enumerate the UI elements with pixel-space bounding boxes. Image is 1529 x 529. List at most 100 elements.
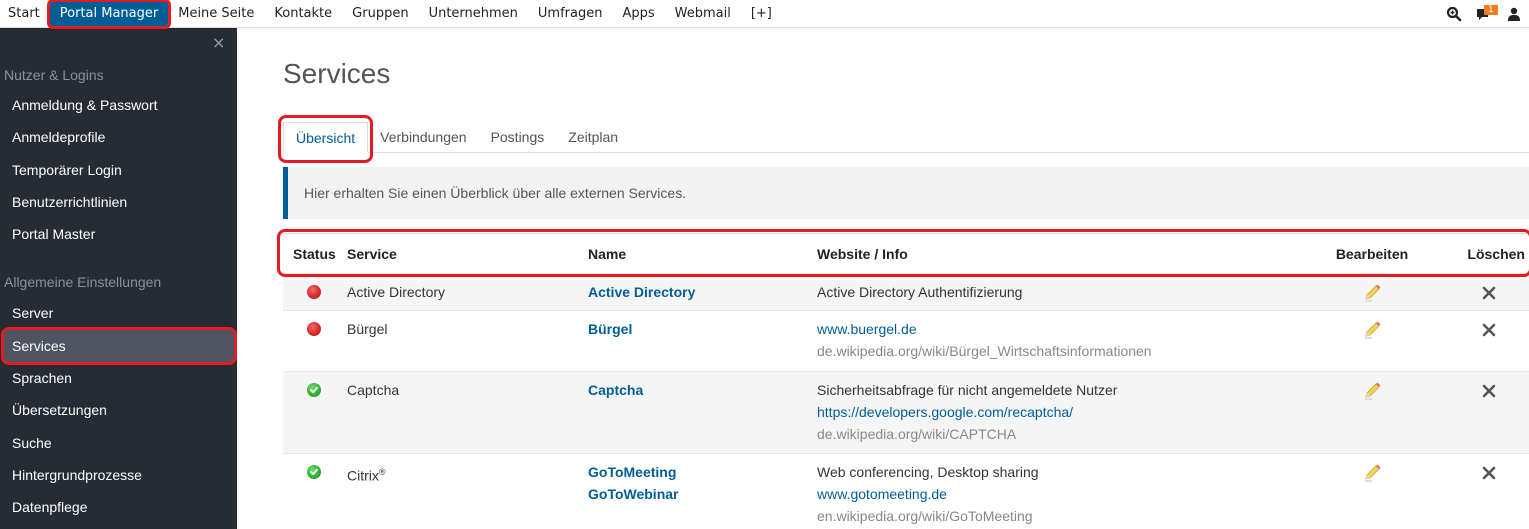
tab-zeitplan[interactable]: Zeitplan xyxy=(556,122,630,153)
sidebar: × Nutzer & Logins Anmeldung & Passwort A… xyxy=(0,28,237,529)
close-icon[interactable]: × xyxy=(212,33,225,52)
delete-x-icon[interactable] xyxy=(1479,320,1499,340)
header-edit: Bearbeiten xyxy=(1335,245,1409,262)
nav-item-apps[interactable]: Apps xyxy=(612,0,664,28)
nav-item-umfragen[interactable]: Umfragen xyxy=(528,0,613,28)
service-name-link[interactable]: Bürgel xyxy=(588,318,817,340)
website-info-cell: Active Directory Authentifizierung xyxy=(817,281,1302,303)
table-row: Active Directory Active Directory Active D… xyxy=(283,273,1529,310)
delete-cell xyxy=(1442,461,1529,483)
service-cell: Captcha xyxy=(347,379,588,401)
wikipedia-link[interactable]: de.wikipedia.org/wiki/Bürgel_Wirtschafts… xyxy=(817,340,1302,362)
nav-item-portal-manager[interactable]: Portal Manager xyxy=(46,0,172,29)
pencil-icon[interactable] xyxy=(1362,381,1382,401)
edit-cell xyxy=(1302,379,1442,401)
sidebar-item-hintergrundprozesse[interactable]: Hintergrundprozesse xyxy=(4,459,234,491)
name-cell: Active Directory xyxy=(588,281,817,303)
edit-cell xyxy=(1302,318,1442,340)
nav-item-meine-seite[interactable]: Meine Seite xyxy=(168,0,264,28)
sidebar-item-benutzerrichtlinien[interactable]: Benutzerrichtlinien xyxy=(4,186,234,218)
nav-item-gruppen[interactable]: Gruppen xyxy=(342,0,418,28)
nav-item-start[interactable]: Start xyxy=(0,0,50,28)
sidebar-item-anmeldung-passwort[interactable]: Anmeldung & Passwort xyxy=(4,89,234,121)
nav-item-kontakte[interactable]: Kontakte xyxy=(264,0,342,28)
wikipedia-link[interactable]: en.wikipedia.org/wiki/GoToMeeting xyxy=(817,505,1302,527)
sidebar-item-anmeldeprofile[interactable]: Anmeldeprofile xyxy=(4,121,234,153)
service-name-link[interactable]: GoToWebinar xyxy=(588,483,817,505)
service-description: Web conferencing, Desktop sharing xyxy=(817,464,1039,480)
pencil-icon[interactable] xyxy=(1362,463,1382,483)
nav-item-unternehmen[interactable]: Unternehmen xyxy=(419,0,528,28)
sidebar-section-title: Allgemeine Einstellungen xyxy=(4,274,162,290)
service-cell: Active Directory xyxy=(347,281,588,303)
status-cell xyxy=(283,379,347,397)
nav-item-add-more[interactable]: [+] xyxy=(741,0,782,28)
status-inactive-icon xyxy=(307,285,321,299)
website-info-cell: Web conferencing, Desktop sharing www.got… xyxy=(817,461,1302,527)
search-icon[interactable] xyxy=(1439,0,1469,28)
tab-verbindungen[interactable]: Verbindungen xyxy=(368,122,478,153)
service-label: Citrix xyxy=(347,467,379,484)
pencil-icon[interactable] xyxy=(1362,283,1382,303)
wikipedia-link[interactable]: de.wikipedia.org/wiki/CAPTCHA xyxy=(817,423,1302,445)
website-info-cell: Sicherheitsabfrage für nicht angemeldete… xyxy=(817,379,1302,445)
messages-icon[interactable]: 1 xyxy=(1469,0,1499,28)
service-cell: Citrix® xyxy=(347,461,588,487)
service-name-link[interactable]: GoToMeeting xyxy=(588,461,817,483)
messages-badge: 1 xyxy=(1484,5,1498,15)
sidebar-item-suche[interactable]: Suche xyxy=(4,427,234,459)
website-link[interactable]: www.gotomeeting.de xyxy=(817,483,1302,505)
delete-cell xyxy=(1442,281,1529,303)
name-cell: Bürgel xyxy=(588,318,817,340)
service-name-link[interactable]: Active Directory xyxy=(588,281,817,303)
name-cell: Captcha xyxy=(588,379,817,401)
sidebar-item-server[interactable]: Server xyxy=(4,297,234,329)
header-website-info: Website / Info xyxy=(817,245,908,262)
header-status: Status xyxy=(293,245,336,262)
pencil-icon[interactable] xyxy=(1362,320,1382,340)
service-name-link[interactable]: Captcha xyxy=(588,379,817,401)
header-service: Service xyxy=(347,245,397,262)
info-message: Hier erhalten Sie einen Überblick über a… xyxy=(283,167,1529,219)
top-icons: 1 xyxy=(1439,0,1529,28)
tab-postings[interactable]: Postings xyxy=(479,122,557,153)
name-cell: GoToMeeting GoToWebinar xyxy=(588,461,817,505)
service-description: Sicherheitsabfrage für nicht angemeldete… xyxy=(817,382,1118,398)
service-label: Active Directory xyxy=(347,284,446,300)
status-inactive-icon xyxy=(307,322,321,336)
edit-cell xyxy=(1302,281,1442,303)
table-row: Captcha Captcha Sicherheitsabfrage für nic… xyxy=(283,371,1529,453)
services-table: Status Service Name Website / Info Bearb… xyxy=(277,229,1529,529)
table-header: Status Service Name Website / Info Bearb… xyxy=(277,229,1529,277)
table-row: Citrix® GoToMeeting GoToWebinar Web confere… xyxy=(283,453,1529,529)
tab-bar: Übersicht Verbindungen Postings Zeitplan xyxy=(277,115,1529,163)
sidebar-item-portal-master[interactable]: Portal Master xyxy=(4,218,234,250)
service-description: Active Directory Authentifizierung xyxy=(817,284,1023,300)
website-link[interactable]: https://developers.google.com/recaptcha/ xyxy=(817,401,1302,423)
registered-mark: ® xyxy=(378,467,386,477)
page-title: Services xyxy=(283,58,391,89)
status-active-icon xyxy=(307,383,321,397)
service-label: Bürgel xyxy=(347,321,388,337)
nav-item-webmail[interactable]: Webmail xyxy=(665,0,741,28)
status-cell xyxy=(283,461,347,479)
delete-x-icon[interactable] xyxy=(1479,381,1499,401)
header-name: Name xyxy=(588,245,627,262)
delete-x-icon[interactable] xyxy=(1479,463,1499,483)
user-icon[interactable] xyxy=(1499,0,1529,28)
table-body: Active Directory Active Directory Active D… xyxy=(283,273,1529,529)
sidebar-item-uebersetzungen[interactable]: Übersetzungen xyxy=(4,394,234,426)
status-cell xyxy=(283,318,347,336)
website-link[interactable]: www.buergel.de xyxy=(817,318,1302,340)
delete-x-icon[interactable] xyxy=(1479,283,1499,303)
delete-cell xyxy=(1442,379,1529,401)
sidebar-item-sprachen[interactable]: Sprachen xyxy=(4,362,234,394)
tab-uebersicht[interactable]: Übersicht xyxy=(277,115,374,163)
top-navigation-bar: Start Portal Manager Meine Seite Kontakte Gr… xyxy=(0,0,1529,29)
status-active-icon xyxy=(307,465,321,479)
sidebar-item-datenpflege[interactable]: Datenpflege xyxy=(4,491,234,523)
sidebar-item-temporaerer-login[interactable]: Temporärer Login xyxy=(4,154,234,186)
delete-cell xyxy=(1442,318,1529,340)
sidebar-item-services[interactable]: Services xyxy=(1,327,237,365)
status-cell xyxy=(283,281,347,299)
